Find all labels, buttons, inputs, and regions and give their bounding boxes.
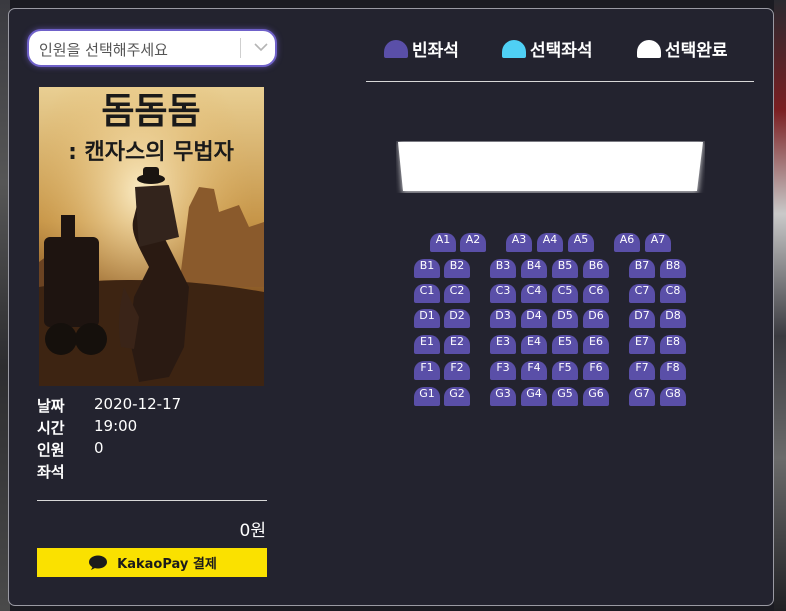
seat-g7[interactable]: G7 [629,387,655,406]
kakaopay-button[interactable]: KakaoPay 결제 [37,548,267,577]
background-page-right [774,0,786,611]
legend-divider [366,81,754,82]
people-value: 0 [94,439,104,457]
seat-c5[interactable]: C5 [552,284,578,303]
seat-b1[interactable]: B1 [414,259,440,278]
people-count-select[interactable]: 인원을 선택해주세요 [27,29,277,67]
info-divider [37,500,267,501]
seat-f4[interactable]: F4 [521,361,547,380]
seat-e3[interactable]: E3 [490,335,516,354]
seat-b4[interactable]: B4 [521,259,547,278]
seat-b5[interactable]: B5 [552,259,578,278]
seat-g5[interactable]: G5 [552,387,578,406]
seat-e4[interactable]: E4 [521,335,547,354]
seat-b7[interactable]: B7 [629,259,655,278]
seat-g6[interactable]: G6 [583,387,609,406]
seat-f5[interactable]: F5 [552,361,578,380]
date-value: 2020-12-17 [94,395,182,413]
seat-e1[interactable]: E1 [414,335,440,354]
seat-d7[interactable]: D7 [629,309,655,328]
empty-seat-swatch [384,39,408,58]
date-label: 날짜 [37,397,65,415]
seat-e7[interactable]: E7 [629,335,655,354]
kakaopay-label: KakaoPay 결제 [117,557,217,572]
seat-c3[interactable]: C3 [490,284,516,303]
seat-b8[interactable]: B8 [660,259,686,278]
legend-selected-label: 선택좌석 [530,41,593,61]
seat-c4[interactable]: C4 [521,284,547,303]
legend-booked-label: 선택완료 [665,41,728,61]
legend-selected-seat: 선택좌석 [502,36,593,61]
seat-g3[interactable]: G3 [490,387,516,406]
seat-b3[interactable]: B3 [490,259,516,278]
total-price: 0원 [239,521,266,541]
seat-a5[interactable]: A5 [568,233,594,252]
speech-bubble-icon [89,555,108,570]
seat-b2[interactable]: B2 [444,259,470,278]
seat-d5[interactable]: D5 [552,309,578,328]
legend-empty-label: 빈좌석 [412,41,459,61]
seat-g2[interactable]: G2 [444,387,470,406]
seat-d3[interactable]: D3 [490,309,516,328]
seat-f2[interactable]: F2 [444,361,470,380]
seat-d8[interactable]: D8 [660,309,686,328]
people-select-placeholder: 인원을 선택해주세요 [39,41,168,59]
seat-e6[interactable]: E6 [583,335,609,354]
seat-a7[interactable]: A7 [645,233,671,252]
seat-f7[interactable]: F7 [629,361,655,380]
seat-g8[interactable]: G8 [660,387,686,406]
seat-d2[interactable]: D2 [444,309,470,328]
seat-a1[interactable]: A1 [430,233,456,252]
seat-f6[interactable]: F6 [583,361,609,380]
people-label: 인원 [37,441,65,459]
legend-booked-seat: 선택완료 [637,36,728,61]
seat-f1[interactable]: F1 [414,361,440,380]
poster-title-line1: 돔돔돔 [101,91,200,132]
seat-d6[interactable]: D6 [583,309,609,328]
seat-e2[interactable]: E2 [444,335,470,354]
seat-c6[interactable]: C6 [583,284,609,303]
seat-a6[interactable]: A6 [614,233,640,252]
seat-e5[interactable]: E5 [552,335,578,354]
seat-f3[interactable]: F3 [490,361,516,380]
time-label: 시간 [37,419,65,437]
selected-seat-swatch [502,39,526,58]
seat-g4[interactable]: G4 [521,387,547,406]
cinema-screen [398,141,704,193]
seat-a4[interactable]: A4 [537,233,563,252]
seat-e8[interactable]: E8 [660,335,686,354]
seat-a3[interactable]: A3 [506,233,532,252]
seat-c7[interactable]: C7 [629,284,655,303]
select-separator [240,38,241,58]
seat-b6[interactable]: B6 [583,259,609,278]
seat-a2[interactable]: A2 [460,233,486,252]
seat-f8[interactable]: F8 [660,361,686,380]
booked-seat-swatch [637,39,661,58]
legend-empty-seat: 빈좌석 [384,36,459,61]
seat-d1[interactable]: D1 [414,309,440,328]
movie-poster: 돔돔돔 : 캔자스의 무법자 [39,87,264,386]
poster-title-line2: : 캔자스의 무법자 [68,140,235,165]
seat-g1[interactable]: G1 [414,387,440,406]
seat-c1[interactable]: C1 [414,284,440,303]
seat-c8[interactable]: C8 [660,284,686,303]
seat-d4[interactable]: D4 [521,309,547,328]
seat-c2[interactable]: C2 [444,284,470,303]
time-value: 19:00 [94,417,138,435]
seat-label: 좌석 [37,463,65,481]
chevron-down-icon[interactable] [251,37,271,57]
